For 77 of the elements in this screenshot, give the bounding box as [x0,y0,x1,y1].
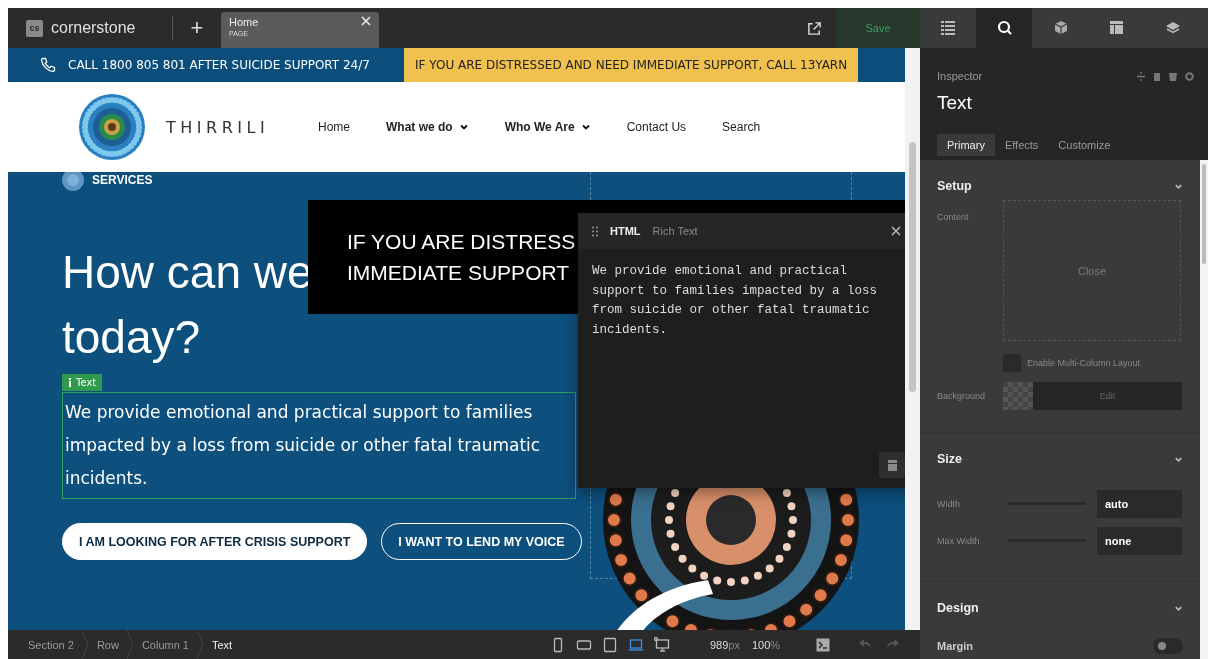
tablet-view-icon[interactable] [602,636,618,653]
editor-tab[interactable]: HTML [610,225,641,237]
section-title: Size [937,452,962,466]
breadcrumb[interactable]: Text [203,638,241,651]
phone-icon [40,57,56,73]
redo-icon [886,636,901,650]
breadcrumb[interactable]: Section 2 [20,638,82,651]
layout-icon [1108,20,1124,36]
section-title: Design [937,601,979,615]
save-button[interactable]: Save [836,8,920,48]
scrollbar[interactable] [909,142,916,392]
nav-link[interactable]: Contact Us [626,120,687,134]
field-label: Width [937,498,961,509]
banner-text: IF YOU ARE DISTRESS [347,229,576,255]
inspector-tab[interactable]: Customize [1048,134,1121,156]
console-icon[interactable] [816,637,831,652]
zoom-level[interactable]: 100% [752,638,781,651]
alert-banner: IF YOU ARE DISTRESSED AND NEED IMMEDIATE SUPPORT, CALL 13YARN [404,48,859,82]
settings-icon[interactable] [1185,71,1194,81]
panel-tab[interactable] [976,8,1032,48]
hero-heading: How can we [62,245,313,300]
editor-tab[interactable]: Rich Text [652,225,698,237]
selected-text-block[interactable]: We provide emotional and practical support to families impacted by a loss from suicide or other fatal traumatic incidents. [62,392,576,499]
nav-link[interactable]: What we do [386,120,469,134]
cta-button[interactable]: I AM LOOKING FOR AFTER CRISIS SUPPORT [62,523,368,560]
field-label: Max Width [937,535,981,546]
element-label-text: Text [76,377,97,388]
breadcrumb-separator [81,630,89,659]
new-button[interactable]: + [179,15,215,41]
inspector-tab[interactable]: Primary [937,134,995,156]
laptop-view-icon[interactable] [628,636,644,653]
layers-icon [1164,20,1180,36]
field-label: Background [937,391,987,401]
close-icon[interactable] [891,226,901,236]
nav-link[interactable]: Home [318,120,350,134]
breadcrumb-separator [196,630,204,659]
brand-name: THIRRILI [166,117,271,137]
scrollbar[interactable] [1202,164,1206,264]
field-label: Content [937,212,970,222]
align-icon[interactable] [1137,71,1145,81]
section-title: Setup [937,179,972,193]
hero-heading: today? [62,310,201,365]
info-icon [68,378,72,387]
checkbox-label: Enable Multi-Column Layout [1027,358,1141,368]
cube-icon [1052,20,1068,36]
desktop-view-icon[interactable] [654,636,670,653]
breadcrumb[interactable]: Row [88,638,127,651]
eyebrow-text: SERVICES [92,173,153,187]
external-link-icon[interactable] [807,20,822,36]
search-icon [996,20,1012,36]
breadcrumb[interactable]: Column 1 [133,638,197,651]
app-name: cornerstone [51,19,136,37]
nav-link[interactable]: Search [722,120,761,134]
list-icon [940,20,956,36]
panel-title: Text [937,92,973,115]
panel-label: Inspector [937,70,983,82]
undo-icon [858,636,873,650]
stack-icon [887,459,897,471]
banner-text: IMMEDIATE SUPPORT [347,260,570,286]
trash-icon[interactable] [1169,71,1177,81]
tab-title: Home [229,16,259,28]
popup-action-button[interactable] [879,452,905,478]
viewport-width[interactable]: 989px [710,638,740,651]
nav-link[interactable]: Who We Are [504,120,591,134]
field-label: Margin [937,640,974,652]
transparent-swatch[interactable] [1003,382,1033,410]
input-field[interactable]: none [1097,526,1182,555]
breadcrumb-separator [126,630,134,659]
phone-line-text: CALL 1800 805 801 AFTER SUICIDE SUPPORT 24/7 [68,58,370,72]
logo-mark: cs [26,19,43,37]
toggle-switch[interactable] [1153,638,1183,654]
logo-drawing [78,93,146,161]
copy-icon[interactable] [1153,71,1161,81]
inspector-tab[interactable]: Effects [994,134,1049,156]
input-field[interactable]: auto [1097,489,1182,518]
drag-handle-icon[interactable] [592,225,598,237]
code-editor[interactable]: We provide emotional and practical support to families impacted by a loss from suicide or other fatal traumatic incidents. [578,249,905,452]
